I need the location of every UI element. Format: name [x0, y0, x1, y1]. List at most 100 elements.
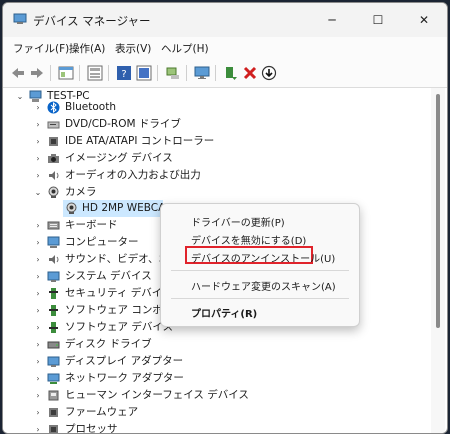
system-device-icon — [47, 271, 60, 282]
tree-item-software-component[interactable]: › ソフトウェア コンポーネン — [33, 302, 194, 319]
chevron-right-icon[interactable]: › — [33, 302, 43, 319]
toolbar: ? — [3, 59, 447, 88]
disable-device-icon[interactable] — [261, 65, 277, 81]
tree-item-label: コンピューター — [65, 236, 139, 248]
context-menu: ドライバーの更新(P) デバイスを無効にする(D) デバイスのアンインストール(… — [160, 203, 360, 327]
tree-item-bluetooth[interactable]: › Bluetooth — [33, 99, 233, 116]
title-bar[interactable]: デバイス マネージャー ─ ☐ ✕ — [3, 3, 447, 37]
chevron-right-icon[interactable]: › — [33, 404, 43, 421]
tree-item-label: IDE ATA/ATAPI コントローラー — [65, 135, 215, 147]
tree-item-label: DVD/CD-ROM ドライブ — [65, 118, 181, 130]
menu-help[interactable]: ヘルプ(H) — [161, 41, 209, 56]
chevron-right-icon[interactable]: › — [33, 421, 43, 433]
software-device-icon — [49, 322, 58, 333]
update-driver-icon[interactable] — [223, 65, 239, 81]
forward-icon[interactable] — [29, 65, 45, 81]
menu-update-driver[interactable]: ドライバーの更新(P) — [191, 214, 285, 229]
scrollbar-thumb[interactable] — [436, 94, 440, 328]
close-button[interactable]: ✕ — [401, 3, 447, 37]
tree-item-processor[interactable]: › プロセッサ — [33, 421, 233, 433]
chevron-right-icon[interactable]: › — [33, 167, 43, 184]
tree-item-firmware[interactable]: › ファームウェア — [33, 404, 233, 421]
ide-controller-icon — [49, 137, 58, 146]
tree-item-disk-drive[interactable]: › ディスク ドライブ — [33, 336, 233, 353]
device-info-icon[interactable] — [136, 65, 152, 81]
svg-text:?: ? — [121, 69, 126, 80]
back-icon[interactable] — [10, 65, 26, 81]
chevron-right-icon[interactable]: › — [33, 336, 43, 353]
sound-video-icon — [49, 255, 59, 264]
menu-uninstall-device[interactable]: デバイスのアンインストール(U) — [191, 250, 335, 265]
scan-hardware-icon[interactable] — [165, 65, 181, 81]
tree-item-keyboard[interactable]: › キーボード — [33, 217, 163, 234]
chevron-right-icon[interactable]: › — [33, 285, 43, 302]
menu-bar: ファイル(F) 操作(A) 表示(V) ヘルプ(H) — [3, 37, 447, 59]
menu-properties[interactable]: プロパティ(R) — [191, 305, 257, 320]
window-title: デバイス マネージャー — [33, 14, 151, 28]
chevron-right-icon[interactable]: › — [33, 319, 43, 336]
menu-separator — [171, 270, 349, 271]
camera-icon — [48, 186, 59, 198]
audio-icon — [49, 171, 59, 180]
chevron-right-icon[interactable]: › — [33, 234, 43, 251]
tree-item-ide[interactable]: › IDE ATA/ATAPI コントローラー — [33, 133, 253, 150]
menu-view[interactable]: 表示(V) — [115, 41, 151, 56]
tree-item-label: カメラ — [65, 186, 97, 198]
keyboard-icon — [47, 221, 60, 230]
tree-item-imaging[interactable]: › イメージング デバイス — [33, 150, 233, 167]
chevron-right-icon[interactable]: › — [33, 133, 43, 150]
device-manager-window: デバイス マネージャー ─ ☐ ✕ ファイル(F) 操作(A) 表示(V) ヘル… — [2, 2, 448, 434]
bluetooth-icon — [47, 101, 60, 114]
chevron-right-icon[interactable]: › — [33, 116, 43, 133]
tree-scrollbar[interactable] — [431, 88, 445, 433]
chevron-right-icon[interactable]: › — [33, 217, 43, 234]
software-component-icon — [49, 305, 58, 316]
tree-item-sound-video[interactable]: › サウンド、ビデオ、および — [33, 251, 190, 268]
dvd-drive-icon — [47, 121, 60, 129]
tree-item-audio[interactable]: › オーディオの入力および出力 — [33, 167, 233, 184]
tree-item-software-device[interactable]: › ソフトウェア デバイス — [33, 319, 173, 336]
tree-item-label: オーディオの入力および出力 — [65, 169, 201, 181]
tree-item-security[interactable]: › セキュリティ デバイス — [33, 285, 172, 302]
minimize-button[interactable]: ─ — [309, 3, 355, 37]
monitor-icon[interactable] — [194, 65, 210, 81]
chevron-right-icon[interactable]: › — [33, 353, 43, 370]
tree-item-label: ディスク ドライブ — [65, 338, 152, 350]
tree-item-label: ソフトウェア デバイス — [65, 321, 174, 333]
menu-separator — [171, 298, 349, 299]
tree-item-computer[interactable]: › コンピューター — [33, 234, 163, 251]
tree-item-hid[interactable]: › ヒューマン インターフェイス デバイス — [33, 387, 273, 404]
tree-item-label: ネットワーク アダプター — [65, 372, 184, 384]
tree-item-camera[interactable]: ⌄ カメラ — [33, 184, 233, 201]
hid-icon — [48, 390, 59, 401]
help-icon[interactable]: ? — [116, 65, 132, 81]
tree-item-display-adapter[interactable]: › ディスプレイ アダプター — [33, 353, 233, 370]
tree-item-label: キーボード — [65, 219, 118, 231]
tree-item-network-adapter[interactable]: › ネットワーク アダプター — [33, 370, 233, 387]
device-grid-icon[interactable] — [87, 65, 103, 81]
chevron-down-icon[interactable]: ⌄ — [33, 184, 43, 201]
firmware-icon — [49, 408, 58, 417]
chevron-down-icon[interactable]: ⌄ — [15, 88, 25, 105]
tree-item-dvd[interactable]: › DVD/CD-ROM ドライブ — [33, 116, 233, 133]
menu-scan-hardware[interactable]: ハードウェア変更のスキャン(A) — [191, 278, 336, 293]
tree-item-webcam[interactable]: HD 2MP WEBCAM — [63, 200, 174, 217]
chevron-right-icon[interactable]: › — [33, 268, 43, 285]
display-adapter-icon — [47, 356, 60, 367]
imaging-device-icon — [48, 154, 59, 163]
chevron-right-icon[interactable]: › — [33, 150, 43, 167]
chevron-right-icon[interactable]: › — [33, 251, 43, 268]
maximize-button[interactable]: ☐ — [355, 3, 401, 37]
chevron-right-icon[interactable]: › — [33, 370, 43, 387]
tree-item-system[interactable]: › システム デバイス — [33, 268, 163, 285]
tree-item-label: セキュリティ デバイス — [65, 287, 173, 299]
uninstall-device-icon[interactable] — [242, 65, 258, 81]
menu-file[interactable]: ファイル(F) — [13, 41, 69, 56]
disk-drive-icon — [47, 341, 60, 349]
menu-action[interactable]: 操作(A) — [69, 41, 105, 56]
menu-disable-device[interactable]: デバイスを無効にする(D) — [191, 232, 306, 247]
chevron-right-icon[interactable]: › — [33, 387, 43, 404]
chevron-right-icon[interactable]: › — [33, 99, 43, 116]
properties-pane-icon[interactable] — [58, 65, 74, 81]
webcam-icon — [66, 202, 77, 214]
